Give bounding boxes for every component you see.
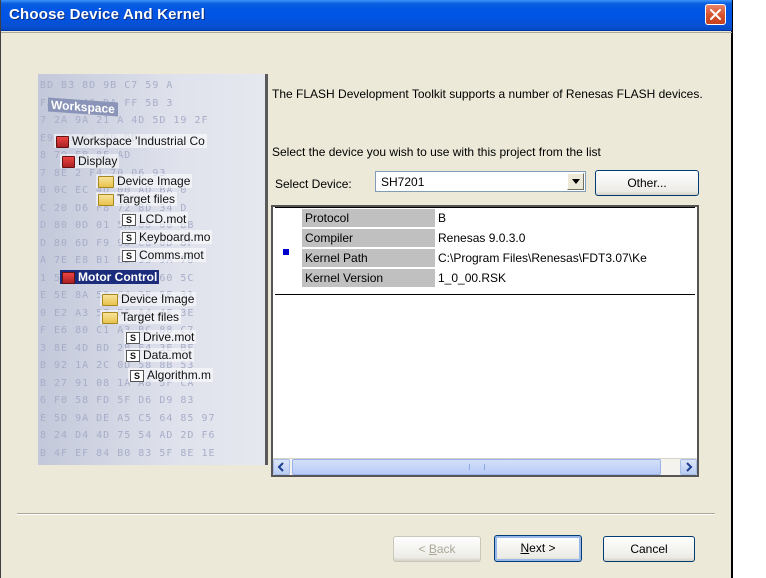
file-icon: S xyxy=(130,369,144,382)
tree-item-label: Keyboard.mo xyxy=(139,230,211,244)
next-button-hotkey: N xyxy=(520,541,530,555)
dropdown-button[interactable] xyxy=(567,173,584,190)
folder-icon xyxy=(98,193,114,206)
tree-item: S Keyboard.mo xyxy=(120,230,213,244)
grip-icon xyxy=(469,464,485,470)
close-icon xyxy=(710,9,721,20)
row-value: B xyxy=(438,211,447,225)
tree-item: S LCD.mot xyxy=(120,212,189,226)
dialog-window: Choose Device And Kernel BD B3 8D 9B C7 … xyxy=(0,0,733,578)
tree-item: Device Image xyxy=(96,174,193,188)
tree-item-label: Workspace 'Industrial Co xyxy=(72,134,205,148)
tree-item: Display xyxy=(60,154,120,168)
select-device-label: Select Device: xyxy=(275,177,352,191)
table-row: Kernel Path C:\Program Files\Renesas\FDT… xyxy=(273,249,697,267)
tree-item: S Algorithm.m xyxy=(128,368,214,382)
tree-item-label: LCD.mot xyxy=(139,212,187,226)
tree-item: Motor Control xyxy=(60,270,160,284)
scroll-right-button[interactable] xyxy=(680,459,697,475)
tree-item-label: Device Image xyxy=(121,292,195,306)
folder-icon xyxy=(102,293,118,306)
table-row: Compiler Renesas 9.0.3.0 xyxy=(273,229,697,247)
chevron-down-icon xyxy=(572,179,580,184)
cancel-button[interactable]: Cancel xyxy=(603,536,695,562)
back-button-rest: ack xyxy=(436,542,456,556)
tree-item: Target files xyxy=(96,192,178,206)
tree-item: Workspace 'Industrial Co xyxy=(54,134,207,148)
footer-separator-highlight xyxy=(17,514,715,515)
tree-item: S Comms.mot xyxy=(120,248,206,262)
hex-row: B 4F EF 84 B0 83 5F 8E 1E xyxy=(40,447,216,459)
project-icon xyxy=(62,271,75,284)
title-bar[interactable]: Choose Device And Kernel xyxy=(1,0,732,31)
row-value: 1_0_00.RSK xyxy=(438,271,507,285)
back-button-prefix: < xyxy=(418,542,429,556)
hex-row: 7 2A 9A 21 A 4D 5D 19 2F xyxy=(40,115,209,126)
device-details-list[interactable]: Protocol B Compiler Renesas 9.0.3.0 Kern… xyxy=(271,205,699,477)
row-value: Renesas 9.0.3.0 xyxy=(438,231,526,245)
tree-item-label: Target files xyxy=(117,192,176,206)
close-button[interactable] xyxy=(705,4,726,25)
folder-icon xyxy=(102,311,118,324)
tree-item: Target files xyxy=(100,310,182,324)
table-row: Kernel Version 1_0_00.RSK xyxy=(273,269,697,287)
workspace-illustration: BD B3 8D 9B C7 59 AFA 28 40 DA FF 5B 37 … xyxy=(38,74,268,465)
tree-item-label: Algorithm.m xyxy=(147,368,212,382)
arrow-left-icon xyxy=(277,462,284,472)
instruction-text: Select the device you wish to use with t… xyxy=(272,145,601,159)
tree-item-label: Comms.mot xyxy=(139,248,204,262)
horizontal-scrollbar[interactable] xyxy=(273,458,697,475)
description-text: The FLASH Development Toolkit supports a… xyxy=(272,87,703,101)
tree-item-label: Device Image xyxy=(117,174,191,188)
tree-item-label: Target files xyxy=(121,310,180,324)
tree-item-label: Drive.mot xyxy=(143,330,195,344)
file-icon: S xyxy=(126,349,140,362)
next-button[interactable]: Next > xyxy=(494,535,582,562)
hex-row: E 5D 9A DE A5 C5 64 85 97 xyxy=(40,412,216,424)
hex-row: 8 24 D4 4D 75 54 AD 2D F6 xyxy=(40,430,216,441)
separator xyxy=(1,32,732,33)
tree-item-label: Motor Control xyxy=(78,270,158,284)
folder-icon xyxy=(98,175,114,188)
row-key: Compiler xyxy=(302,229,435,247)
workspace-icon xyxy=(56,135,69,148)
hex-row: BD B3 8D 9B C7 59 A xyxy=(40,80,174,91)
back-button-hotkey: B xyxy=(428,542,437,556)
tree-item-label: Display xyxy=(78,154,118,168)
tree-item: S Data.mot xyxy=(124,348,194,362)
row-value: C:\Program Files\Renesas\FDT3.07\Ke xyxy=(438,251,647,265)
arrow-right-icon xyxy=(686,462,693,472)
hex-row: 6 F0 58 FD 5F D6 D9 83 xyxy=(40,395,195,406)
file-icon: S xyxy=(122,231,136,244)
scroll-left-button[interactable] xyxy=(273,459,290,475)
next-button-rest: ext > xyxy=(529,541,556,555)
window-title: Choose Device And Kernel xyxy=(9,6,205,23)
tree-item: S Drive.mot xyxy=(124,330,197,344)
file-icon: S xyxy=(122,213,136,226)
scroll-thumb[interactable] xyxy=(292,459,661,475)
other-button[interactable]: Other... xyxy=(595,170,699,196)
project-icon xyxy=(62,155,75,168)
back-button[interactable]: < Back xyxy=(393,536,481,562)
tree-item-label: Data.mot xyxy=(143,348,192,362)
tree-item: Device Image xyxy=(100,292,197,306)
row-key: Kernel Version xyxy=(302,269,435,287)
device-select[interactable]: SH7201 xyxy=(375,171,586,192)
table-row: Protocol B xyxy=(273,209,697,227)
selected-device: SH7201 xyxy=(381,175,425,189)
row-key: Kernel Path xyxy=(302,249,435,267)
file-icon: S xyxy=(126,331,140,344)
row-key: Protocol xyxy=(302,209,435,227)
file-icon: S xyxy=(122,249,136,262)
